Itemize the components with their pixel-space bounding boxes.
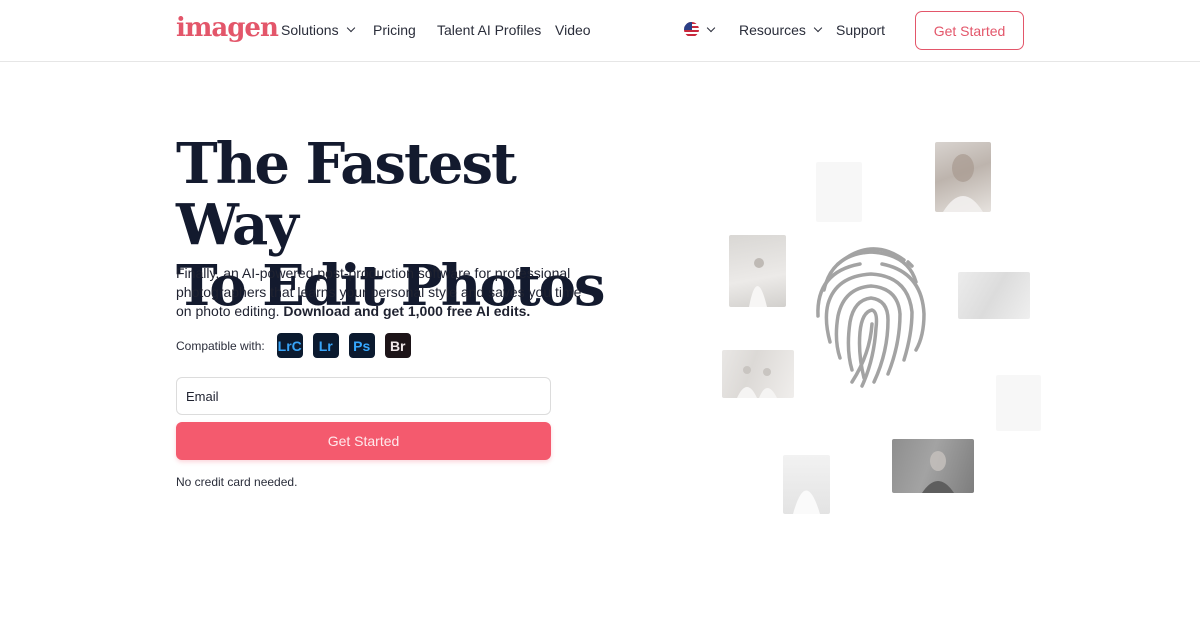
nav-pricing-label: Pricing (373, 22, 416, 38)
chevron-down-icon (706, 23, 716, 32)
no-credit-card-note: No credit card needed. (176, 475, 298, 489)
fingerprint-icon (816, 247, 926, 388)
hero-subtitle-bold: Download and get 1,000 free AI edits. (283, 303, 531, 319)
lightroom-icon: Lr (312, 333, 339, 358)
portrait-figure-icon (943, 154, 983, 212)
site-header: imagen Solutions Pricing Talent AI Profi… (0, 0, 1200, 62)
portrait-photo-2 (892, 439, 974, 493)
nav-video[interactable]: Video (555, 22, 591, 38)
wedding-photo-1 (729, 235, 786, 307)
nav-talent-ai-profiles[interactable]: Talent AI Profiles (437, 22, 541, 38)
language-selector[interactable] (684, 22, 716, 37)
group-figures-icon (737, 366, 777, 398)
imagen-logo[interactable]: imagen (176, 13, 279, 43)
header-get-started-button[interactable]: Get Started (915, 11, 1024, 50)
wedding-photo-2 (783, 455, 830, 514)
bridge-icon: Br (384, 333, 411, 358)
nav-solutions[interactable]: Solutions (281, 22, 355, 38)
nav-support-label: Support (836, 22, 886, 38)
lightroom-classic-icon: LrC (276, 333, 303, 358)
portrait-figure-icon (922, 451, 954, 493)
group-photo-1 (722, 350, 794, 398)
nav-pricing[interactable]: Pricing (373, 22, 416, 38)
bride-figure-icon (793, 490, 820, 514)
nav-video-label: Video (555, 22, 591, 38)
compatible-apps: Compatible with: LrC Lr Ps Br (176, 333, 411, 358)
compatible-label: Compatible with: (176, 338, 265, 353)
portrait-photo-1 (935, 142, 991, 212)
faded-photo-2 (996, 375, 1041, 431)
get-started-button[interactable]: Get Started (176, 422, 551, 460)
hero-title-line1: The Fastest Way (176, 131, 517, 258)
hero-subtitle: Finally, an AI-powered post-production s… (176, 264, 586, 321)
chevron-down-icon (813, 23, 823, 33)
faded-photo-1 (816, 162, 862, 222)
email-input[interactable]: Email (176, 377, 551, 415)
email-placeholder: Email (186, 388, 219, 404)
nav-support[interactable]: Support (836, 22, 885, 38)
nav-resources[interactable]: Resources (739, 22, 823, 38)
nav-resources-label: Resources (739, 22, 806, 38)
wedding-figure-icon (749, 258, 767, 307)
us-flag-icon (684, 22, 699, 37)
chevron-down-icon (346, 23, 355, 33)
nav-solutions-label: Solutions (281, 22, 339, 38)
nav-talent-label: Talent AI Profiles (437, 22, 542, 38)
photoshop-icon: Ps (348, 333, 375, 358)
landscape-photo-1 (958, 272, 1030, 319)
